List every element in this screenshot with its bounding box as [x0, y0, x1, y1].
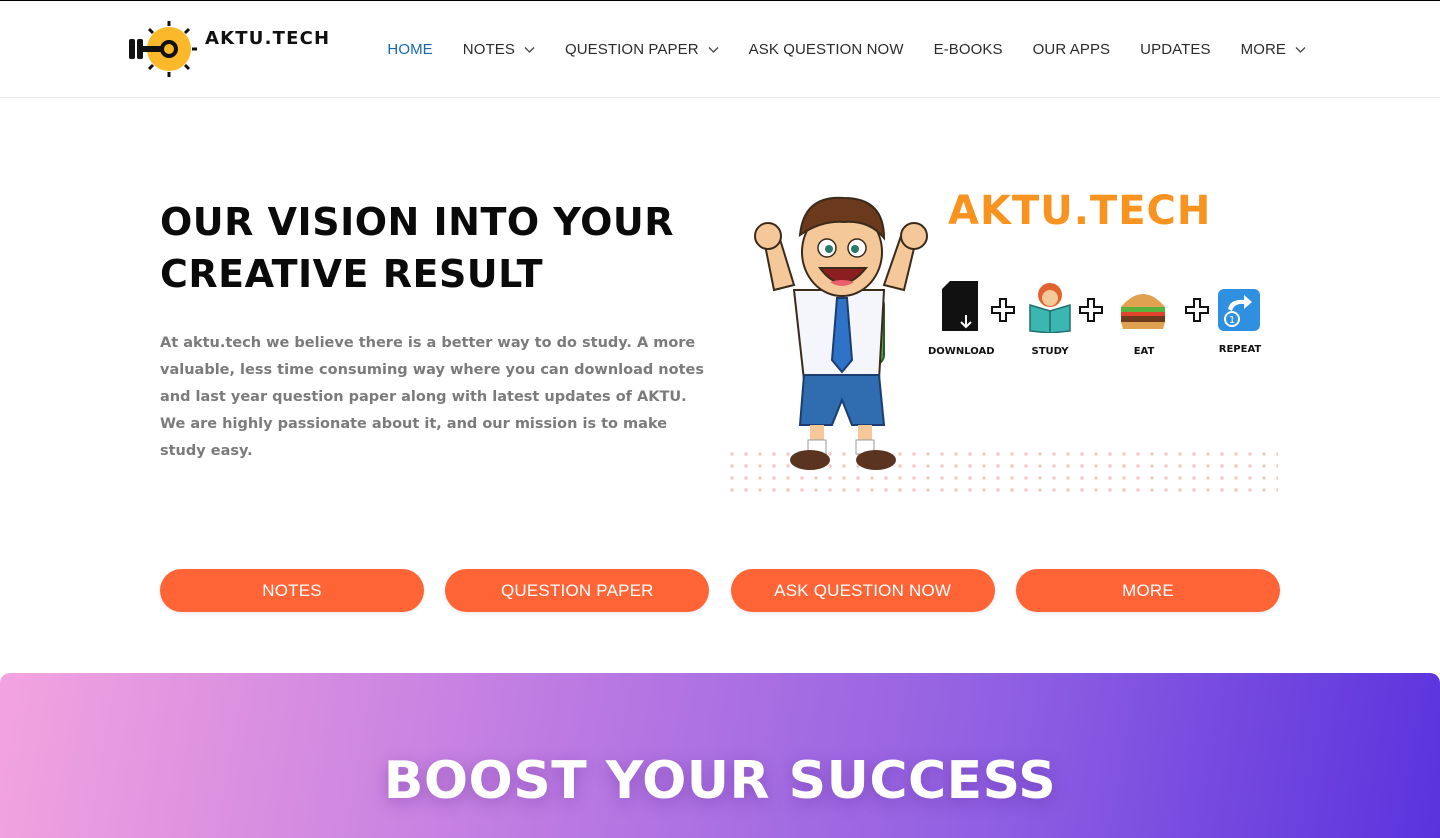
- nav-home[interactable]: HOME: [387, 41, 432, 58]
- cartoon-student-image: [754, 196, 928, 470]
- nav-question-paper-label: QUESTION PAPER: [564, 41, 699, 58]
- hero-title: OUR VISION INTO YOUR CREATIVE RESULT: [160, 196, 720, 300]
- boost-section: BOOST YOUR SUCCESS: [0, 673, 1440, 838]
- nav-ebooks-label: E-BOOKS: [933, 41, 1003, 58]
- nav-updates-label: UPDATES: [1140, 41, 1211, 58]
- question-paper-button[interactable]: QUESTION PAPER: [445, 569, 710, 612]
- chevron-down-icon: [708, 47, 719, 53]
- nav-notes-label: NOTES: [462, 41, 515, 58]
- logo-wordmark: AKTU.TECH: [205, 27, 331, 49]
- nav-more[interactable]: MORE: [1241, 41, 1306, 58]
- step-label-download: DOWNLOAD: [928, 346, 995, 357]
- nav-question-paper[interactable]: QUESTION PAPER: [565, 41, 719, 58]
- step-label-eat: EAT: [1133, 346, 1155, 357]
- more-button[interactable]: MORE: [1015, 569, 1280, 612]
- step-label-repeat: REPEAT: [1218, 344, 1262, 355]
- nav-our-apps[interactable]: OUR APPS: [1033, 41, 1111, 58]
- plus-icon: [991, 298, 1015, 322]
- main-nav: HOME NOTES QUESTION PAPER ASK QUESTION N…: [357, 1, 1306, 98]
- ask-question-button[interactable]: ASK QUESTION NOW: [730, 569, 995, 612]
- study-girl-book-icon: [1029, 283, 1071, 333]
- burger-icon: [1121, 294, 1165, 329]
- nav-ask-question-label: ASK QUESTION NOW: [748, 41, 904, 58]
- key-logo-icon: [129, 21, 197, 77]
- site-logo[interactable]: AKTU.TECH: [127, 18, 337, 80]
- nav-ebooks[interactable]: E-BOOKS: [934, 41, 1003, 58]
- plus-icon: [1079, 298, 1103, 322]
- quick-links: NOTES QUESTION PAPER ASK QUESTION NOW MO…: [160, 569, 1280, 612]
- step-label-study: STUDY: [1031, 346, 1069, 357]
- illustration-brand-word: AKTU.TECH: [948, 188, 1212, 234]
- plus-icon: [1185, 298, 1209, 322]
- nav-home-label: HOME: [387, 41, 433, 58]
- notes-button[interactable]: NOTES: [160, 569, 424, 612]
- hero-title-line1: OUR VISION INTO YOUR: [160, 200, 675, 244]
- hero-illustration: AKTU.TECH 1 DOWNLOAD STUDY EAT REPEAT: [728, 186, 1280, 498]
- nav-our-apps-label: OUR APPS: [1032, 41, 1111, 58]
- hero-title-line2: CREATIVE RESULT: [160, 252, 544, 296]
- chevron-down-icon: [524, 47, 535, 53]
- nav-notes[interactable]: NOTES: [463, 41, 535, 58]
- svg-text:1: 1: [1229, 315, 1235, 326]
- download-file-icon: [942, 281, 978, 331]
- hero-description: At aktu.tech we believe there is a bette…: [160, 335, 704, 459]
- nav-more-label: MORE: [1240, 41, 1286, 58]
- repeat-icon: 1: [1218, 289, 1260, 331]
- chevron-down-icon: [1295, 47, 1306, 53]
- nav-ask-question[interactable]: ASK QUESTION NOW: [749, 41, 904, 58]
- boost-title: BOOST YOUR SUCCESS: [383, 751, 1057, 811]
- nav-updates[interactable]: UPDATES: [1140, 41, 1210, 58]
- site-header: AKTU.TECH HOME NOTES QUESTION PAPER ASK …: [0, 1, 1440, 98]
